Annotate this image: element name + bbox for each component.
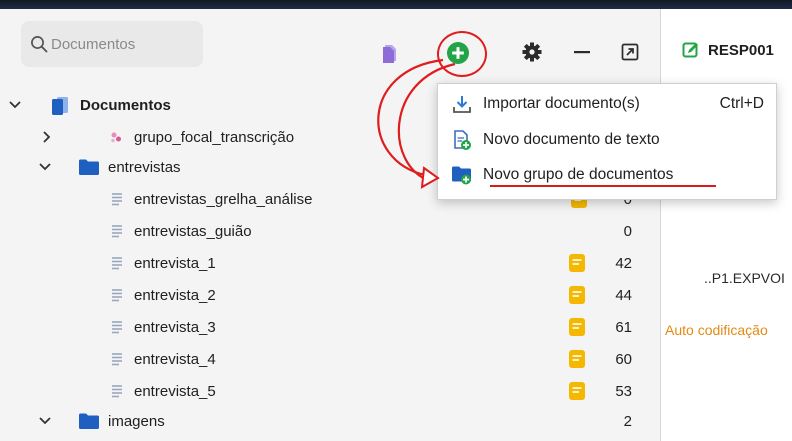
tree-item-doc[interactable]: entrevista_2 44: [0, 280, 660, 310]
tree-item-doc[interactable]: entrevista_4 60: [0, 344, 660, 374]
tree-item-imagens-folder[interactable]: imagens 2: [0, 406, 660, 436]
tree-item-label: entrevistas: [108, 158, 181, 176]
folder-icon: [78, 158, 100, 176]
code-count: 2: [623, 412, 632, 430]
auto-code-link[interactable]: Auto codificação: [665, 322, 768, 338]
new-folder-icon: [451, 164, 473, 186]
memo-note-icon[interactable]: [568, 349, 586, 369]
menu-item-import-documents[interactable]: Importar documento(s) Ctrl+D: [438, 87, 778, 121]
tree-item-label: grupo_focal_transcrição: [134, 128, 295, 146]
memo-note-icon[interactable]: [568, 285, 586, 305]
text-document-icon: [110, 287, 124, 303]
code-count: 53: [615, 382, 632, 400]
tree-item-label: entrevistas_grelha_análise: [134, 190, 313, 208]
menu-item-new-text-document[interactable]: Novo documento de texto: [438, 123, 778, 157]
tree-root-label: Documentos: [80, 96, 171, 114]
popout-button[interactable]: [618, 40, 642, 64]
search-box[interactable]: [21, 21, 203, 67]
code-count: 0: [623, 222, 632, 240]
text-document-icon: [110, 383, 124, 399]
tree-item-label: entrevista_4: [134, 350, 216, 368]
code-count: 44: [615, 286, 632, 304]
chevron-down-icon[interactable]: [8, 98, 22, 112]
popout-icon: [621, 43, 639, 61]
menu-item-label: Novo grupo de documentos: [483, 166, 674, 183]
tree-item-label: entrevistas_guião: [134, 222, 252, 240]
highlight-underline: [490, 185, 716, 187]
text-document-icon: [110, 255, 124, 271]
minus-icon: [574, 51, 590, 54]
document-view-pane: [660, 9, 792, 441]
chevron-down-icon[interactable]: [38, 414, 52, 428]
text-document-icon: [110, 351, 124, 367]
tree-item-label: imagens: [108, 412, 165, 430]
documents-view-icon[interactable]: [380, 42, 400, 64]
gear-icon: [522, 42, 542, 62]
text-document-icon: [110, 191, 124, 207]
window-top-bar: [0, 0, 792, 9]
menu-item-label: Importar documento(s): [483, 95, 640, 112]
audio-transcript-icon: [108, 129, 124, 145]
menu-item-label: Novo documento de texto: [483, 131, 660, 148]
search-icon: [31, 36, 48, 53]
chevron-down-icon[interactable]: [38, 160, 52, 174]
tree-item-doc[interactable]: entrevista_3 61: [0, 312, 660, 342]
menu-shortcut: Ctrl+D: [719, 95, 764, 112]
highlight-circle: [437, 31, 487, 77]
text-document-icon: [110, 223, 124, 239]
folder-icon: [78, 412, 100, 430]
code-count: 61: [615, 318, 632, 336]
tree-item-label: entrevista_5: [134, 382, 216, 400]
code-reference-text: ..P1.EXPVOI: [704, 270, 785, 286]
text-document-icon: [110, 319, 124, 335]
code-count: 42: [615, 254, 632, 272]
chevron-right-icon[interactable]: [40, 130, 54, 144]
import-download-icon: [451, 93, 473, 115]
settings-button[interactable]: [520, 40, 544, 64]
search-input[interactable]: [51, 35, 191, 53]
memo-note-icon[interactable]: [568, 253, 586, 273]
code-count: 60: [615, 350, 632, 368]
tree-item-label: entrevista_3: [134, 318, 216, 336]
tree-item-label: entrevista_2: [134, 286, 216, 304]
minimize-button[interactable]: [570, 40, 594, 64]
memo-note-icon[interactable]: [568, 317, 586, 337]
tree-item-doc[interactable]: entrevista_5 53: [0, 376, 660, 406]
edit-icon[interactable]: [682, 41, 700, 59]
document-header: RESP001: [682, 41, 774, 59]
tree-item-doc[interactable]: entrevista_1 42: [0, 248, 660, 278]
add-dropdown-menu: Importar documento(s) Ctrl+D Novo docume…: [437, 83, 777, 200]
new-document-icon: [451, 129, 473, 151]
documents-root-icon: [49, 95, 71, 115]
document-code: RESP001: [708, 41, 774, 59]
memo-note-icon[interactable]: [568, 381, 586, 401]
tree-item-doc[interactable]: entrevistas_guião 0: [0, 216, 660, 246]
tree-item-label: entrevista_1: [134, 254, 216, 272]
